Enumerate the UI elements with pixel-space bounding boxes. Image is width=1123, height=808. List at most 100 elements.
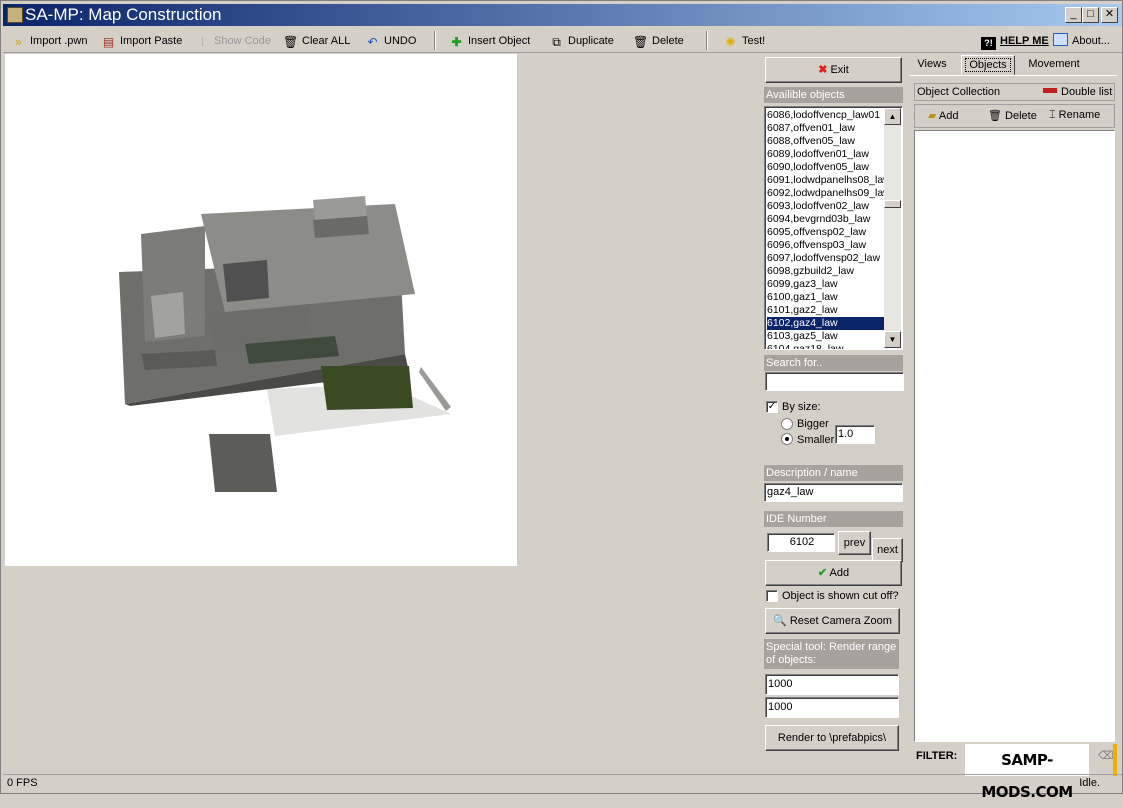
- reset-zoom-label: Reset Camera Zoom: [789, 615, 892, 627]
- ide-number-input[interactable]: 6102: [767, 533, 835, 552]
- add-object-button[interactable]: ✔ Add: [765, 560, 902, 586]
- duplicate-button[interactable]: ⧉ Duplicate: [549, 32, 614, 50]
- tab-views[interactable]: Views: [911, 55, 953, 75]
- smaller-radio[interactable]: [781, 433, 793, 445]
- collection-delete-button[interactable]: 🗑 Delete: [988, 109, 1037, 122]
- app-icon: [7, 7, 23, 23]
- exit-label: Exit: [830, 64, 849, 76]
- lightbulb-icon: ✺: [725, 35, 736, 49]
- list-item[interactable]: 6100,gaz1_law: [767, 291, 885, 304]
- toolbar-separator: [706, 31, 708, 50]
- list-item[interactable]: 6094,bevgrnd03b_law: [767, 213, 885, 226]
- list-item[interactable]: 6096,offvensp03_law: [767, 239, 885, 252]
- about-label: About...: [1072, 35, 1110, 47]
- tab-border: [909, 75, 1117, 76]
- available-objects-list[interactable]: 6086,lodoffvencp_law01 6087,offven01_law 6…: [764, 106, 903, 350]
- window-title: SA-MP: Map Construction: [25, 5, 222, 24]
- render-range-header: Special tool: Render range of objects:: [764, 639, 899, 669]
- plus-icon: ✚: [451, 35, 462, 49]
- list-item[interactable]: 6095,offvensp02_law: [767, 226, 885, 239]
- object-collection-list[interactable]: [914, 130, 1115, 742]
- show-code-button[interactable]: ⁞ Show Code: [195, 32, 271, 50]
- trash-icon: 🗑: [988, 110, 1002, 122]
- collection-add-button[interactable]: ▰ Add: [928, 109, 959, 122]
- import-pwn-button[interactable]: » Import .pwn: [11, 32, 87, 50]
- list-item[interactable]: 6086,lodoffvencp_law01: [767, 109, 885, 122]
- size-input[interactable]: 1.0: [835, 425, 875, 444]
- help-button[interactable]: ?! HELP ME: [981, 32, 1049, 50]
- clear-filter-icon[interactable]: ⌫: [1098, 749, 1114, 762]
- scroll-thumb[interactable]: [884, 200, 901, 208]
- reset-camera-zoom-button[interactable]: 🔍 Reset Camera Zoom: [765, 608, 900, 634]
- delete-button[interactable]: 🗑 Delete: [633, 32, 684, 50]
- cutoff-checkbox[interactable]: [766, 590, 778, 602]
- import-arrow-icon: »: [15, 35, 22, 49]
- search-header: Search for..: [764, 355, 903, 371]
- undo-button[interactable]: ↶ UNDO: [365, 32, 416, 50]
- toolbar: » Import .pwn ▤ Import Paste ⁞ Show Code 🗑 C…: [3, 28, 1122, 53]
- maximize-button[interactable]: □: [1082, 7, 1099, 23]
- list-item[interactable]: 6099,gaz3_law: [767, 278, 885, 291]
- toolbar-separator: [434, 31, 436, 50]
- status-bar: 0 FPS Idle.: [3, 774, 1122, 793]
- undo-label: UNDO: [384, 35, 417, 47]
- close-button[interactable]: ✕: [1101, 7, 1118, 23]
- collection-add-label: Add: [938, 110, 959, 122]
- tab-movement[interactable]: Movement: [1021, 55, 1087, 75]
- cutoff-label: Object is shown cut off?: [782, 590, 899, 602]
- clear-all-button[interactable]: 🗑 Clear ALL: [283, 32, 350, 50]
- trash-icon: 🗑: [283, 35, 299, 49]
- list-scrollbar[interactable]: ▲ ▼: [884, 108, 901, 348]
- add-object-label: Add: [829, 567, 850, 579]
- list-item[interactable]: 6092,lodwdpanelhs09_law: [767, 187, 885, 200]
- collection-rename-label: Rename: [1058, 109, 1101, 121]
- test-button[interactable]: ✺ Test!: [723, 32, 765, 50]
- help-label: HELP ME: [1000, 35, 1049, 47]
- search-input[interactable]: [765, 372, 904, 391]
- list-item[interactable]: 6093,lodoffven02_law: [767, 200, 885, 213]
- range-to-input[interactable]: 1000: [765, 697, 899, 718]
- tab-objects-label: Objects: [965, 58, 1011, 72]
- double-list-toggle[interactable]: Double list: [1043, 85, 1112, 99]
- import-paste-label: Import Paste: [120, 35, 183, 47]
- 3d-viewport[interactable]: [5, 54, 517, 566]
- scroll-down-arrow-icon[interactable]: ▼: [884, 331, 901, 348]
- list-item[interactable]: 6104,gaz18_law: [767, 343, 885, 349]
- about-button[interactable]: About...: [1053, 32, 1110, 50]
- bigger-radio[interactable]: [781, 418, 793, 430]
- collection-rename-button[interactable]: ⌶ Rename: [1049, 109, 1100, 122]
- list-item[interactable]: 6097,lodoffvensp02_law: [767, 252, 885, 265]
- list-item[interactable]: 6087,offven01_law: [767, 122, 885, 135]
- list-item[interactable]: 6090,lodoffven05_law: [767, 161, 885, 174]
- tab-objects[interactable]: Objects: [961, 55, 1015, 75]
- list-item[interactable]: 6091,lodwdpanelhs08_law: [767, 174, 885, 187]
- list-item[interactable]: 6103,gaz5_law: [767, 330, 885, 343]
- import-paste-button[interactable]: ▤ Import Paste: [101, 32, 183, 50]
- by-size-checkbox[interactable]: ✓: [766, 401, 778, 413]
- object-collection-label: Object Collection: [917, 86, 1001, 98]
- minimize-button[interactable]: _: [1065, 7, 1082, 23]
- range-from-input[interactable]: 1000: [765, 674, 899, 695]
- list-item[interactable]: 6102,gaz4_law: [767, 317, 885, 330]
- smaller-label: Smaller: [797, 434, 835, 446]
- exit-button[interactable]: ✖ Exit: [765, 57, 902, 83]
- list-item[interactable]: 6089,lodoffven01_law: [767, 148, 885, 161]
- scroll-up-arrow-icon[interactable]: ▲: [884, 108, 901, 125]
- x-icon: ✖: [818, 64, 828, 76]
- prev-button[interactable]: prev: [838, 531, 871, 555]
- import-pwn-label: Import .pwn: [30, 35, 88, 47]
- list-item[interactable]: 6088,offven05_law: [767, 135, 885, 148]
- by-size-label: By size:: [782, 401, 821, 413]
- insert-object-button[interactable]: ✚ Insert Object: [449, 32, 530, 50]
- render-button[interactable]: Render to \prefabpics\: [765, 725, 899, 751]
- paste-icon: ▤: [102, 35, 115, 49]
- description-input[interactable]: gaz4_law: [764, 483, 903, 502]
- bigger-label: Bigger: [797, 418, 829, 430]
- fps-readout: 0 FPS: [7, 777, 38, 789]
- list-item[interactable]: 6098,gzbuild2_law: [767, 265, 885, 278]
- next-button[interactable]: next: [872, 538, 903, 562]
- code-icon: ⁞: [200, 35, 205, 49]
- list-item[interactable]: 6101,gaz2_law: [767, 304, 885, 317]
- title-bar[interactable]: SA-MP: Map Construction _ □ ✕: [3, 4, 1122, 26]
- delete-label: Delete: [652, 35, 684, 47]
